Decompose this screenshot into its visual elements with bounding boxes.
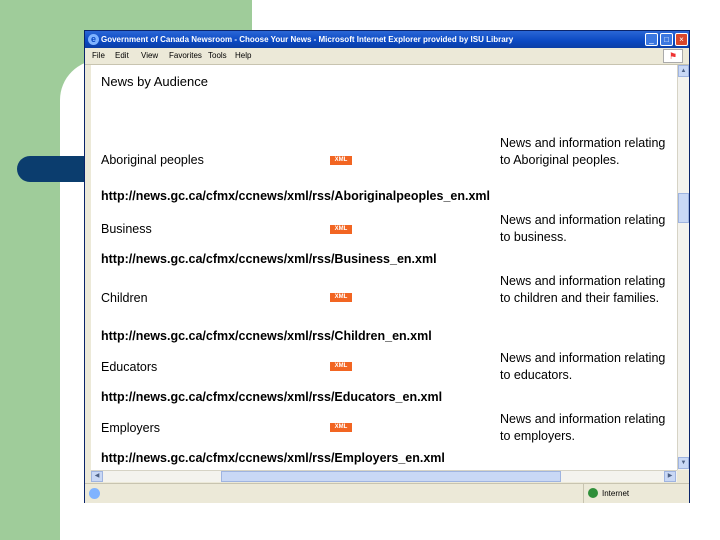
menu-tools[interactable]: Tools — [208, 48, 227, 64]
xml-feed-button[interactable]: XML — [330, 225, 352, 234]
feed-description: News and information relating to childre… — [500, 274, 666, 305]
feed-name-children: Children — [101, 291, 148, 305]
page-title: News by Audience — [101, 74, 208, 89]
feed-description: News and information relating to educato… — [500, 351, 666, 382]
xml-feed-button[interactable]: XML — [330, 362, 352, 371]
menu-edit[interactable]: Edit — [115, 48, 129, 64]
scroll-thumb[interactable] — [678, 193, 689, 223]
page-status-icon — [89, 488, 100, 499]
browser-window: e Government of Canada Newsroom - Choose… — [84, 30, 690, 503]
feed-url[interactable]: http://news.gc.ca/cfmx/ccnews/xml/rss/Em… — [101, 451, 445, 465]
horizontal-scrollbar[interactable]: ◀ ▶ — [91, 470, 677, 482]
feed-description: News and information relating to Aborigi… — [500, 136, 666, 167]
scroll-up-icon[interactable]: ▲ — [678, 65, 689, 77]
security-zone-label: Internet — [602, 489, 630, 498]
close-button[interactable]: × — [675, 33, 688, 46]
window-title: Government of Canada Newsroom - Choose Y… — [101, 35, 514, 44]
scroll-right-icon[interactable]: ▶ — [664, 471, 676, 482]
feed-description: News and information relating to employe… — [500, 412, 666, 443]
feed-name-educators: Educators — [101, 360, 158, 374]
scroll-down-icon[interactable]: ▼ — [678, 457, 689, 469]
vertical-scrollbar[interactable]: ▲ ▼ — [677, 65, 689, 470]
feed-name-employers: Employers — [101, 421, 161, 435]
feed-url[interactable]: http://news.gc.ca/cfmx/ccnews/xml/rss/Bu… — [101, 252, 437, 266]
feed-url[interactable]: http://news.gc.ca/cfmx/ccnews/xml/rss/Ed… — [101, 390, 442, 404]
feed-name-business: Business — [101, 222, 152, 236]
security-zone: Internet — [583, 484, 689, 503]
xml-feed-button[interactable]: XML — [330, 156, 352, 165]
menu-view[interactable]: View — [141, 48, 158, 64]
feed-url[interactable]: http://news.gc.ca/cfmx/ccnews/xml/rss/Ch… — [101, 329, 432, 343]
maximize-button[interactable]: □ — [660, 33, 673, 46]
minimize-button[interactable]: _ — [645, 33, 658, 46]
scroll-left-icon[interactable]: ◀ — [91, 471, 103, 482]
title-bar: e Government of Canada Newsroom - Choose… — [85, 31, 689, 48]
windows-logo-icon: ⚑ — [663, 49, 683, 63]
feed-description: News and information relating to busines… — [500, 213, 666, 244]
xml-feed-button[interactable]: XML — [330, 293, 352, 302]
feed-name-aboriginal-peoples: Aboriginal peoples — [101, 153, 204, 167]
globe-icon — [588, 488, 598, 498]
status-bar: Internet — [85, 483, 689, 503]
menu-help[interactable]: Help — [235, 48, 251, 64]
internet-explorer-icon: e — [88, 34, 99, 45]
xml-feed-button[interactable]: XML — [330, 423, 352, 432]
menu-file[interactable]: File — [92, 48, 105, 64]
scroll-thumb-horizontal[interactable] — [221, 471, 561, 482]
menu-favorites[interactable]: Favorites — [169, 48, 202, 64]
feed-url[interactable]: http://news.gc.ca/cfmx/ccnews/xml/rss/Ab… — [101, 189, 490, 203]
menu-bar: File Edit View Favorites Tools Help ⚑ — [85, 48, 689, 65]
page-content: News by Audience Aboriginal peoples XML … — [91, 65, 677, 470]
